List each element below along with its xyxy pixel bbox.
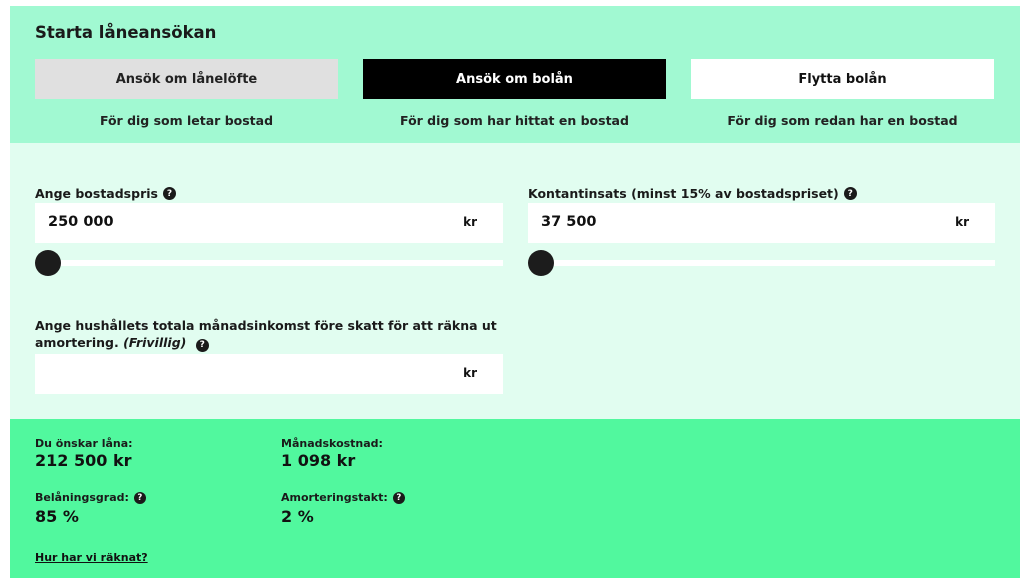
tab-apply-mortgage-subtitle: För dig som har hittat en bostad <box>400 113 629 128</box>
income-field[interactable]: kr <box>35 354 503 394</box>
ltv-label-text: Belåningsgrad: <box>35 491 129 504</box>
amortization-label-text: Amorteringstakt: <box>281 491 388 504</box>
price-unit: kr <box>463 215 477 229</box>
price-value: 250 000 <box>48 214 114 230</box>
loan-application-widget: Starta låneansökan Ansök om lånelöfte An… <box>10 6 1020 578</box>
how-calculated-link[interactable]: Hur har vi räknat? <box>35 551 148 564</box>
ltv-label: Belåningsgrad: ? <box>35 491 146 504</box>
tab-apply-mortgage[interactable]: Ansök om bolån <box>363 59 666 99</box>
deposit-field[interactable]: 37 500 kr <box>528 203 995 243</box>
tab-apply-promise[interactable]: Ansök om lånelöfte <box>35 59 338 99</box>
tab-move-mortgage[interactable]: Flytta bolån <box>691 59 994 99</box>
deposit-label-text: Kontantinsats (minst 15% av bostadsprise… <box>528 186 839 201</box>
header-section: Starta låneansökan Ansök om lånelöfte An… <box>10 6 1020 143</box>
deposit-label: Kontantinsats (minst 15% av bostadsprise… <box>528 186 857 201</box>
income-optional-text: (Frivillig) <box>123 335 187 350</box>
deposit-help-icon[interactable]: ? <box>843 187 857 200</box>
loan-label: Du önskar låna: <box>35 437 133 450</box>
loan-value: 212 500 kr <box>35 451 132 470</box>
price-slider-thumb[interactable] <box>35 250 61 276</box>
tab-apply-promise-subtitle: För dig som letar bostad <box>99 113 274 128</box>
price-field[interactable]: 250 000 kr <box>35 203 503 243</box>
results-section: Du önskar låna: 212 500 kr Månadskostnad… <box>10 419 1020 578</box>
ltv-help-icon[interactable]: ? <box>133 491 146 504</box>
price-help-icon[interactable]: ? <box>162 187 176 200</box>
form-section: Ange bostadspris ? 250 000 kr Kontantins… <box>10 143 1020 419</box>
price-label: Ange bostadspris ? <box>35 186 176 201</box>
amortization-help-icon[interactable]: ? <box>392 491 405 504</box>
deposit-value: 37 500 <box>541 214 597 230</box>
monthly-cost-label: Månadskostnad: <box>281 437 383 450</box>
tab-move-mortgage-subtitle: För dig som redan har en bostad <box>727 113 958 128</box>
deposit-slider-thumb[interactable] <box>528 250 554 276</box>
income-unit: kr <box>463 366 477 380</box>
deposit-slider-track[interactable] <box>528 260 995 266</box>
income-label-text: Ange hushållets totala månadsinkomst för… <box>35 318 497 350</box>
price-slider-track[interactable] <box>35 260 503 266</box>
monthly-cost-value: 1 098 kr <box>281 451 356 470</box>
ltv-value: 85 % <box>35 507 79 526</box>
amortization-value: 2 % <box>281 507 314 526</box>
amortization-label: Amorteringstakt: ? <box>281 491 405 504</box>
deposit-unit: kr <box>955 215 969 229</box>
price-label-text: Ange bostadspris <box>35 186 158 201</box>
income-help-icon[interactable]: ? <box>195 339 209 352</box>
page-title: Starta låneansökan <box>35 23 217 42</box>
income-label: Ange hushållets totala månadsinkomst för… <box>35 317 505 352</box>
